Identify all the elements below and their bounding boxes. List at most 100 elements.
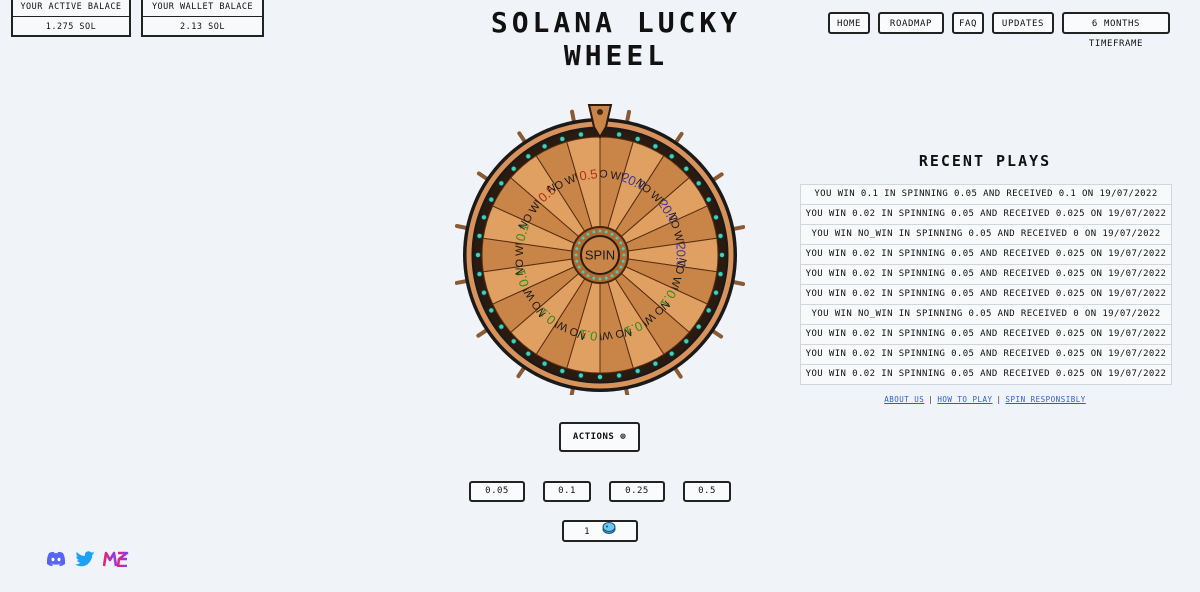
wheel-gem <box>476 233 483 239</box>
actions-button[interactable]: ACTIONS ⊕ <box>559 422 640 452</box>
wheel-gem <box>616 372 622 379</box>
twitter-icon[interactable] <box>75 550 95 568</box>
wheel-gem <box>706 196 712 203</box>
bet-button-0.1[interactable]: 0.1 <box>543 481 591 502</box>
wheel-hub-gem <box>619 265 623 269</box>
wheel-gem <box>559 136 565 142</box>
wallet-balance-label: YOUR WALLET BALACE <box>143 0 262 17</box>
wheel-hub-gem <box>577 265 581 269</box>
play-row: YOU WIN 0.1 IN SPINNING 0.05 AND RECEIVE… <box>801 185 1171 205</box>
wheel-hub-gem <box>598 277 602 281</box>
wheel-gem <box>488 196 494 203</box>
wheel-hub-gem <box>586 274 590 278</box>
wheel-hub-gem <box>615 236 619 240</box>
wheel-gem <box>669 153 675 159</box>
wheel-gem <box>559 368 565 374</box>
magic-eden-icon[interactable] <box>103 550 129 568</box>
wheel-gem <box>713 290 719 296</box>
wheel-hub-gem <box>604 276 608 280</box>
wheel-hub-gem <box>621 259 625 263</box>
wheel-gem <box>481 214 487 220</box>
wheel-gem <box>652 143 659 149</box>
wheel-hub-gem <box>581 236 585 240</box>
wheel-hub-gem <box>621 247 625 251</box>
how-to-play-link[interactable]: HOW TO PLAY <box>937 395 992 404</box>
play-row: YOU WIN 0.02 IN SPINNING 0.05 AND RECEIV… <box>801 285 1171 305</box>
wheel-gem <box>525 153 531 159</box>
wheel-hub-gem <box>592 276 596 280</box>
play-row: YOU WIN NO_WIN IN SPINNING 0.05 AND RECE… <box>801 305 1171 325</box>
wheel-gem <box>541 143 548 149</box>
play-row: YOU WIN 0.02 IN SPINNING 0.05 AND RECEIV… <box>801 265 1171 285</box>
play-row: YOU WIN 0.02 IN SPINNING 0.05 AND RECEIV… <box>801 245 1171 265</box>
wheel-gem <box>713 214 719 220</box>
wallet-balance-box: YOUR WALLET BALACE 2.13 SOL <box>141 0 264 37</box>
recent-plays-title: RECENT PLAYS <box>918 152 1052 170</box>
nav-timeframe[interactable]: 6 MONTHS TIMEFRAME <box>1062 12 1170 49</box>
wheel-pointer-pin <box>597 109 603 115</box>
wheel-hub-gem <box>615 270 619 274</box>
active-balance-value: 1.275 SOL <box>45 22 97 32</box>
play-row: YOU WIN 0.02 IN SPINNING 0.05 AND RECEIV… <box>801 325 1171 345</box>
wheel-hub-gem <box>577 241 581 245</box>
wheel-hub-gem <box>575 259 579 263</box>
discord-icon[interactable] <box>46 550 66 568</box>
wheel-hub-gem <box>610 274 614 278</box>
recent-plays-list: YOU WIN 0.1 IN SPINNING 0.05 AND RECEIVE… <box>800 184 1172 385</box>
spin-responsibly-link[interactable]: SPIN RESPONSIBLY <box>1006 395 1086 404</box>
play-row: YOU WIN NO_WIN IN SPINNING 0.05 AND RECE… <box>801 225 1171 245</box>
coin-icon <box>602 522 616 541</box>
play-row: YOU WIN 0.02 IN SPINNING 0.05 AND RECEIV… <box>801 205 1171 225</box>
wheel-hub-gem <box>619 241 623 245</box>
active-balance-box: YOUR ACTIVE BALACE 1.275 SOL <box>11 0 131 37</box>
bet-button-0.25[interactable]: 0.25 <box>609 481 665 502</box>
wheel-graphic[interactable]: NO WIN20.0NO WIN20.0NO WIN20.0NO WIN0.1N… <box>454 95 746 401</box>
wheel-hub-gem <box>622 253 626 257</box>
wheel-gem <box>683 166 689 172</box>
active-balance-label: YOUR ACTIVE BALACE <box>13 0 129 17</box>
wheel-hub-gem <box>581 270 585 274</box>
footer-links: ABOUT US | HOW TO PLAY | SPIN RESPONSIBLY <box>800 395 1170 404</box>
wheel-gem <box>696 324 702 330</box>
wheel-gem <box>541 361 548 367</box>
wheel-gem <box>719 252 725 258</box>
wheel-gem <box>683 338 689 344</box>
nav-faq[interactable]: FAQ <box>952 12 984 34</box>
nav-roadmap[interactable]: ROADMAP <box>878 12 944 34</box>
wheel-hub-gem <box>586 232 590 236</box>
wheel-hub-gem <box>604 230 608 234</box>
wheel-hub-gem <box>610 232 614 236</box>
wheel-gem <box>578 372 584 379</box>
quantity-value: 1 <box>584 527 590 537</box>
wheel-gem <box>597 374 603 380</box>
wheel-gem <box>696 180 702 186</box>
lucky-wheel[interactable]: NO WIN 20.0 NO WIN 20.0 NO WIN 20.0 NO WIN 0.1 N… <box>454 95 746 401</box>
bet-button-0.05[interactable]: 0.05 <box>469 481 525 502</box>
wheel-gem <box>481 290 487 296</box>
wheel-gem <box>511 166 517 172</box>
wheel-gem <box>635 368 641 374</box>
wheel-gem <box>717 233 724 239</box>
link-separator: | <box>996 395 1002 404</box>
link-separator: | <box>928 395 934 404</box>
wheel-hub-gem <box>592 230 596 234</box>
nav-home[interactable]: HOME <box>828 12 870 34</box>
play-row: YOU WIN 0.02 IN SPINNING 0.05 AND RECEIV… <box>801 345 1171 365</box>
wheel-gem <box>488 307 494 314</box>
quantity-selector[interactable]: 1 <box>562 520 638 542</box>
wallet-balance-value: 2.13 SOL <box>180 22 225 32</box>
wheel-gem <box>652 361 659 367</box>
nav-updates[interactable]: UPDATES <box>992 12 1054 34</box>
bet-button-0.5[interactable]: 0.5 <box>683 481 731 502</box>
wheel-gem <box>498 180 504 186</box>
wheel-gem <box>498 324 504 330</box>
about-us-link[interactable]: ABOUT US <box>884 395 924 404</box>
wheel-hub-gem <box>575 247 579 251</box>
wheel-gem <box>525 351 531 357</box>
wheel-gem <box>476 271 483 277</box>
play-row: YOU WIN 0.02 IN SPINNING 0.05 AND RECEIV… <box>805 369 1167 379</box>
wheel-gem <box>635 136 641 142</box>
wheel-gem <box>616 131 622 138</box>
wheel-gem <box>475 252 481 258</box>
wheel-gem <box>717 271 724 277</box>
